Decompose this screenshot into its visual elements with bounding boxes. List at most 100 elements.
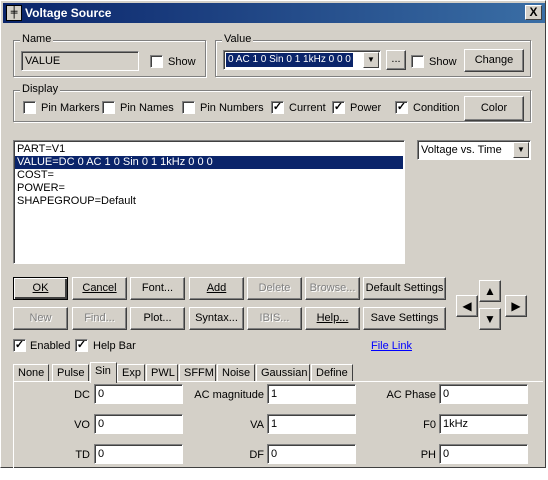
default-settings-button-label: Default Settings: [365, 282, 444, 294]
power-label: Power: [350, 102, 382, 114]
add-button[interactable]: Add: [189, 277, 244, 300]
right-arrow-icon: ▶: [511, 299, 521, 313]
pin-names-checkbox[interactable]: [102, 101, 115, 114]
pin-numbers-checkbox[interactable]: [182, 101, 195, 114]
cancel-button-label: Cancel: [82, 282, 117, 294]
current-checkbox[interactable]: ✓: [271, 101, 284, 114]
condition-checkbox[interactable]: ✓: [395, 101, 408, 114]
file-link[interactable]: File Link: [371, 340, 412, 352]
chevron-down-icon[interactable]: ▼: [363, 52, 379, 68]
ac-magnitude-field[interactable]: 1: [267, 384, 356, 404]
tab-define[interactable]: Define: [311, 364, 353, 382]
df-label: DF: [249, 449, 264, 461]
browse-button[interactable]: Browse...: [305, 277, 360, 300]
tab-sffm[interactable]: SFFM: [179, 364, 216, 382]
value-combo[interactable]: 0 AC 1 0 Sin 0 1 1kHz 0 0 0 ▼: [223, 50, 381, 70]
current-label: Current: [289, 102, 326, 114]
color-button[interactable]: Color: [464, 96, 524, 121]
dc-label: DC: [74, 389, 90, 401]
change-button[interactable]: Change: [464, 49, 524, 72]
browse-button-label: Browse...: [309, 282, 356, 294]
enabled-checkbox[interactable]: ✓: [13, 339, 26, 352]
ibis-button[interactable]: IBIS...: [247, 307, 302, 330]
close-button[interactable]: X: [525, 5, 542, 20]
window-title: Voltage Source: [25, 6, 112, 20]
list-item[interactable]: POWER=: [15, 182, 403, 195]
move-right-button[interactable]: ▶: [505, 295, 527, 317]
font-button[interactable]: Font...: [130, 277, 185, 300]
tab-gaussian[interactable]: Gaussian: [256, 364, 310, 382]
list-item[interactable]: COST=: [15, 169, 403, 182]
f0-field[interactable]: 1kHz: [439, 414, 528, 434]
tab-none[interactable]: None: [13, 364, 49, 382]
value-ellipsis-button[interactable]: ...: [386, 50, 406, 70]
help-bar-checkbox[interactable]: ✓: [75, 339, 88, 352]
find-button[interactable]: Find...: [72, 307, 127, 330]
ph-field[interactable]: 0: [439, 444, 528, 464]
td-field[interactable]: 0: [94, 444, 183, 464]
voltage-source-dialog: ╪ Voltage Source X Name VALUE Show Value…: [0, 0, 546, 469]
display-legend: Display: [20, 83, 61, 95]
find-button-label: Find...: [84, 312, 115, 324]
add-button-label: Add: [206, 282, 227, 294]
delete-button[interactable]: Delete: [247, 277, 302, 300]
list-item[interactable]: VALUE=DC 0 AC 1 0 Sin 0 1 1kHz 0 0 0: [15, 156, 403, 169]
name-show-label: Show: [168, 56, 196, 68]
plot-button[interactable]: Plot...: [130, 307, 185, 330]
new-button-label: New: [29, 312, 52, 324]
tab-pwl[interactable]: PWL: [146, 364, 178, 382]
ph-label: PH: [420, 449, 436, 461]
syntax-button[interactable]: Syntax...: [189, 307, 244, 330]
enabled-label: Enabled: [30, 340, 71, 352]
name-legend: Name: [20, 33, 54, 45]
help-button[interactable]: Help...: [305, 307, 360, 330]
new-button[interactable]: New: [13, 307, 68, 330]
tab-noise[interactable]: Noise: [217, 364, 255, 382]
down-arrow-icon: ▼: [484, 312, 496, 326]
dc-field[interactable]: 0: [94, 384, 183, 404]
tab-sin[interactable]: Sin: [90, 362, 117, 383]
sin-tab-panel: DC 0 AC magnitude 1 AC Phase 0 VO 0 VA 1…: [13, 381, 543, 469]
ac-magnitude-label: AC magnitude: [194, 389, 264, 401]
chevron-down-icon[interactable]: ▼: [513, 142, 529, 158]
ok-button[interactable]: OK: [13, 277, 68, 300]
help-button-label: Help...: [316, 312, 349, 324]
value-show-label: Show: [429, 56, 457, 68]
ok-button-label: OK: [32, 282, 49, 294]
move-down-button[interactable]: ▼: [479, 308, 501, 330]
syntax-button-label: Syntax...: [195, 312, 238, 324]
tab-pulse[interactable]: Pulse: [52, 364, 89, 382]
pin-markers-label: Pin Markers: [41, 102, 100, 114]
pin-markers-checkbox[interactable]: [23, 101, 36, 114]
default-settings-button[interactable]: Default Settings: [363, 277, 446, 300]
ac-phase-label: AC Phase: [386, 389, 436, 401]
list-item[interactable]: PART=V1: [15, 143, 403, 156]
left-arrow-icon: ◀: [462, 299, 472, 313]
ac-phase-field[interactable]: 0: [439, 384, 528, 404]
move-up-button[interactable]: ▲: [479, 280, 501, 302]
df-field[interactable]: 0: [267, 444, 356, 464]
component-icon: ╪: [6, 5, 22, 21]
name-show-checkbox[interactable]: [150, 55, 163, 68]
title-bar[interactable]: ╪ Voltage Source X: [3, 3, 545, 23]
value-show-checkbox[interactable]: [411, 55, 424, 68]
value-legend: Value: [222, 33, 254, 45]
f0-label: F0: [423, 419, 436, 431]
attribute-list[interactable]: PART=V1 VALUE=DC 0 AC 1 0 Sin 0 1 1kHz 0…: [13, 140, 405, 264]
plot-type-select[interactable]: Voltage vs. Time ▼: [417, 140, 531, 160]
save-settings-button[interactable]: Save Settings: [363, 307, 446, 330]
tab-exp[interactable]: Exp: [117, 364, 145, 382]
pin-names-label: Pin Names: [120, 102, 174, 114]
power-checkbox[interactable]: ✓: [332, 101, 345, 114]
vo-field[interactable]: 0: [94, 414, 183, 434]
delete-button-label: Delete: [258, 282, 291, 294]
font-button-label: Font...: [141, 282, 174, 294]
condition-label: Condition: [413, 102, 460, 114]
save-settings-button-label: Save Settings: [370, 312, 439, 324]
name-field[interactable]: VALUE: [21, 51, 139, 71]
move-left-button[interactable]: ◀: [456, 295, 478, 317]
cancel-button[interactable]: Cancel: [72, 277, 127, 300]
va-field[interactable]: 1: [267, 414, 356, 434]
list-item[interactable]: SHAPEGROUP=Default: [15, 195, 403, 208]
vo-label: VO: [74, 419, 90, 431]
